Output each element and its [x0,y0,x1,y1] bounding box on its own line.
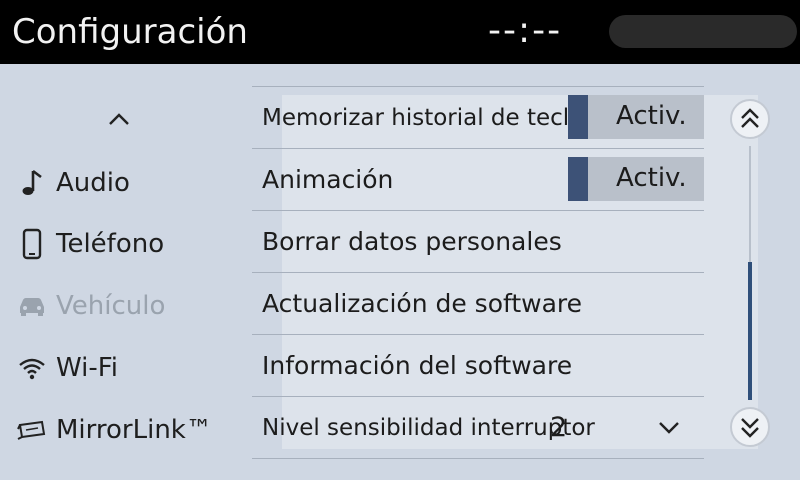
toggle-indicator [568,157,588,201]
page-title: Configuración [12,12,248,52]
double-chevron-down-icon [741,418,759,438]
setting-row-software-update[interactable]: Actualización de software [252,273,704,335]
setting-row-software-info[interactable]: Información del software [252,335,704,397]
setting-label: Memorizar historial de teclado [262,104,612,131]
sidebar-item-label: Audio [56,168,130,198]
scroll-down-button[interactable] [730,407,770,447]
keyboard-history-toggle[interactable]: Activ. [568,95,704,139]
sidebar-item-label: Wi-Fi [56,353,119,383]
scroll-up-button[interactable] [730,99,770,139]
toggle-indicator [568,95,588,139]
setting-row-keyboard-history[interactable]: Memorizar historial de teclado Activ. [252,87,704,149]
chevron-up-icon [109,113,129,125]
sidebar-item-label: Vehículo [56,291,166,321]
status-area [609,15,797,48]
header-bar: Configuración --:-- [0,0,800,64]
wifi-icon [16,352,48,384]
scrollbar-thumb[interactable] [748,262,752,400]
animation-toggle[interactable]: Activ. [568,157,704,201]
setting-label: Actualización de software [262,289,583,318]
toggle-state: Activ. [616,163,687,193]
setting-label: Animación [262,165,394,194]
phone-icon [16,228,48,260]
setting-label: Borrar datos personales [262,227,562,256]
chevron-down-icon[interactable] [656,415,682,441]
music-note-icon [16,167,48,199]
setting-label: Información del software [262,351,573,380]
sidebar-item-telefono[interactable]: Teléfono [0,222,230,266]
sensitivity-value: 2 [550,412,568,443]
setting-label: Nivel sensibilidad interruptor [262,414,595,441]
sidebar-item-audio[interactable]: Audio [0,161,230,205]
sidebar-item-wifi[interactable]: Wi-Fi [0,346,230,390]
clock-display: --:-- [488,10,563,51]
setting-row-animation[interactable]: Animación Activ. [252,149,704,211]
mirrorlink-icon [16,414,48,446]
sidebar-item-vehiculo: Vehículo [0,284,230,328]
sidebar-item-label: Teléfono [56,229,165,259]
sidebar-scroll-up-button[interactable] [104,104,134,134]
toggle-state: Activ. [616,101,687,131]
double-chevron-up-icon [741,108,759,128]
sidebar-item-label: MirrorLink™ [56,415,212,445]
sidebar-item-mirrorlink[interactable]: MirrorLink™ [0,408,230,452]
car-icon [16,290,48,322]
setting-row-switch-sensitivity[interactable]: Nivel sensibilidad interruptor 2 [252,397,704,459]
setting-row-delete-personal-data[interactable]: Borrar datos personales [252,211,704,273]
